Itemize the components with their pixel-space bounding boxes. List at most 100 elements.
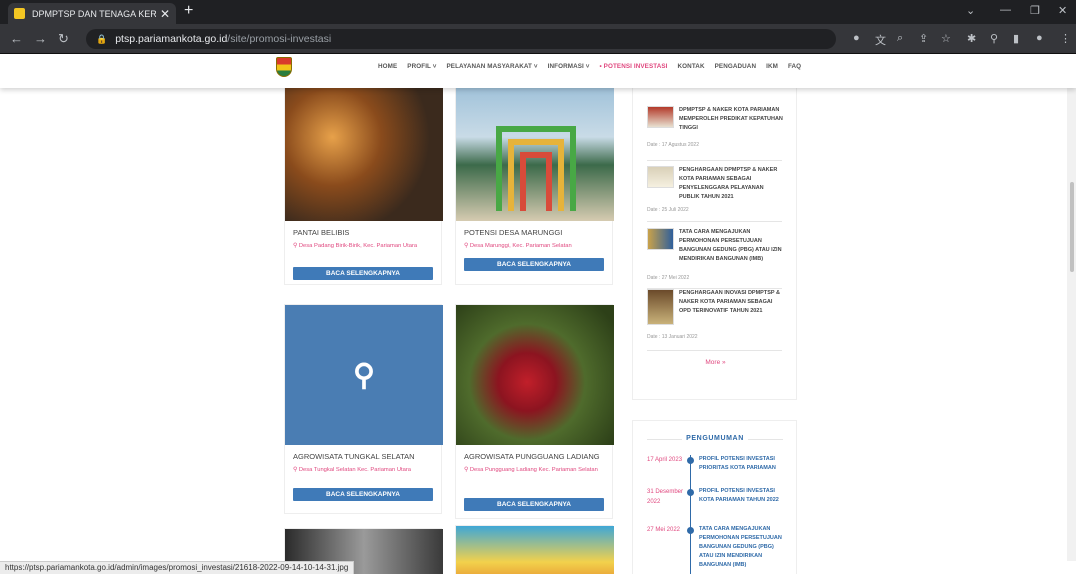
news-date: Date : 25 Juli 2022: [647, 207, 689, 213]
search-icon: ⚲: [353, 358, 375, 392]
address-bar[interactable]: 🔒 ptsp.pariamankota.go.id/site/promosi-i…: [86, 29, 836, 49]
announcement-title-text: PENGUMUMAN: [682, 435, 748, 442]
announcement-item[interactable]: 27 Mei 2022 TATA CARA MENGAJUKAN PERMOHO…: [647, 525, 797, 574]
card-image[interactable]: [456, 526, 614, 574]
tab-close-icon[interactable]: ✕: [160, 7, 170, 21]
read-more-button[interactable]: BACA SELENGKAPNYA: [293, 267, 433, 280]
close-window-icon[interactable]: ✕: [1058, 4, 1067, 17]
news-item[interactable]: TATA CARA MENGAJUKAN PERMOHONAN PERSETUJ…: [647, 228, 782, 298]
investment-card: POTENSI DESA MARUNGGI ⚲ Desa Marunggi, K…: [455, 88, 614, 285]
card-location: ⚲ Desa Pungguang Ladiang Kec. Pariaman S…: [464, 466, 609, 475]
news-thumbnail[interactable]: [647, 228, 674, 250]
tab-search-icon[interactable]: ⌄: [966, 4, 975, 17]
investment-card: ⚲ AGROWISATA TUNGKAL SELATAN ⚲ Desa Tung…: [284, 304, 443, 514]
news-item[interactable]: PENGHARGAAN INOVASI DPMPTSP & NAKER KOTA…: [647, 289, 783, 351]
card-title[interactable]: AGROWISATA PUNGGUANG LADIANG: [464, 452, 600, 461]
announcement-date: 27 Mei 2022: [647, 527, 681, 533]
news-date: Date : 17 Agustus 2022: [647, 142, 699, 148]
google-icon[interactable]: ●: [853, 32, 860, 44]
image-gate-shape: [520, 152, 552, 211]
translate-icon[interactable]: 文: [875, 32, 886, 48]
browser-tab[interactable]: DPMPTSP DAN TENAGA KERJA K ✕: [8, 3, 176, 24]
zoom-icon[interactable]: ⌕: [897, 32, 903, 45]
site-logo[interactable]: [276, 57, 292, 77]
news-title[interactable]: PENGHARGAAN DPMPTSP & NAKER KOTA PARIAMA…: [679, 166, 783, 202]
url-host: ptsp.pariamankota.go.id: [115, 33, 228, 45]
menu-informasi[interactable]: INFORMASI ˅: [548, 63, 590, 70]
news-thumbnail[interactable]: [647, 106, 674, 128]
card-location-text: Desa Pungguang Ladiang Kec. Pariaman Sel…: [469, 467, 598, 473]
news-item[interactable]: DPMPTSP & NAKER KOTA PARIAMAN MEMPEROLEH…: [647, 106, 783, 166]
news-item[interactable]: PENGHARGAAN DPMPTSP & NAKER KOTA PARIAMA…: [647, 166, 782, 228]
page-content: PANTAI BELIBIS ⚲ Desa Padang Birik-Birik…: [0, 88, 1076, 574]
news-more-link[interactable]: More »: [633, 359, 798, 366]
card-image[interactable]: [456, 305, 614, 445]
news-thumbnail[interactable]: [647, 166, 674, 188]
bookmark-star-icon[interactable]: ☆: [941, 32, 951, 45]
browser-menu-icon[interactable]: ⋮: [1060, 32, 1071, 45]
card-title[interactable]: PANTAI BELIBIS: [293, 228, 349, 237]
lock-icon[interactable]: 🔒: [96, 34, 107, 45]
menu-profil[interactable]: PROFIL ˅: [407, 63, 436, 70]
card-image[interactable]: [456, 88, 614, 221]
announcement-item[interactable]: 31 Desember 2022 PROFIL POTENSI INVESTAS…: [647, 487, 797, 522]
profile-icon[interactable]: ●: [1036, 32, 1043, 44]
divider: [647, 221, 782, 222]
extension-icon[interactable]: ✱: [967, 32, 976, 45]
card-location-text: Desa Marunggi, Kec. Pariaman Selatan: [469, 243, 572, 249]
extensions-puzzle-icon[interactable]: ⚲: [990, 32, 998, 45]
browser-status-bar: https://ptsp.pariamankota.go.id/admin/im…: [0, 561, 355, 574]
back-icon[interactable]: ←: [10, 31, 23, 46]
restore-icon[interactable]: ❐: [1030, 4, 1040, 17]
site-header: HOME PROFIL ˅ PELAYANAN MASYARAKAT ˅ INF…: [0, 54, 1076, 88]
news-date: Date : 27 Mei 2022: [647, 275, 690, 281]
card-image-placeholder[interactable]: ⚲: [285, 305, 443, 445]
announcement-title-link[interactable]: PROFIL POTENSI INVESTASI PRIORITAS KOTA …: [699, 455, 789, 473]
news-date: Date : 13 Januari 2022: [647, 334, 698, 340]
timeline-dot: [687, 489, 694, 496]
timeline-dot: [687, 527, 694, 534]
card-location: ⚲ Desa Tungkal Selatan Kec. Pariaman Uta…: [293, 466, 438, 475]
side-panel-icon[interactable]: ▮: [1013, 32, 1019, 45]
menu-home[interactable]: HOME: [378, 63, 397, 70]
share-icon[interactable]: ⇪: [919, 32, 928, 45]
menu-ikm[interactable]: IKM: [766, 63, 778, 70]
investment-card: AGROWISATA PUNGGUANG LADIANG ⚲ Desa Pung…: [455, 304, 614, 519]
menu-kontak[interactable]: KONTAK: [678, 63, 705, 70]
page-scrollbar-track[interactable]: [1067, 88, 1076, 561]
announcement-item[interactable]: 17 April 2023 PROFIL POTENSI INVESTASI P…: [647, 455, 797, 485]
announcement-title: PENGUMUMAN: [633, 435, 797, 442]
read-more-button[interactable]: BACA SELENGKAPNYA: [464, 498, 604, 511]
reload-icon[interactable]: ↻: [58, 31, 69, 47]
news-sidebar: DPMPTSP & NAKER KOTA PARIAMAN MEMPEROLEH…: [632, 88, 797, 400]
minimize-icon[interactable]: —: [1000, 4, 1011, 16]
menu-faq[interactable]: FAQ: [788, 63, 801, 70]
announcement-title-link[interactable]: PROFIL POTENSI INVESTASI KOTA PARIAMAN T…: [699, 487, 789, 505]
menu-pengaduan[interactable]: PENGADUAN: [715, 63, 756, 70]
divider: [647, 160, 782, 161]
card-title[interactable]: POTENSI DESA MARUNGGI: [464, 228, 562, 237]
tab-title: DPMPTSP DAN TENAGA KERJA K: [32, 8, 156, 19]
read-more-button[interactable]: BACA SELENGKAPNYA: [464, 258, 604, 271]
news-thumbnail[interactable]: [647, 289, 674, 325]
card-image[interactable]: [285, 88, 443, 221]
forward-icon[interactable]: →: [34, 31, 47, 46]
announcement-title-link[interactable]: TATA CARA MENGAJUKAN PERMOHONAN PERSETUJ…: [699, 525, 789, 570]
read-more-button[interactable]: BACA SELENGKAPNYA: [293, 488, 433, 501]
timeline-dot: [687, 457, 694, 464]
card-location: ⚲ Desa Padang Birik-Birik, Kec. Pariaman…: [293, 242, 438, 251]
main-menu: HOME PROFIL ˅ PELAYANAN MASYARAKAT ˅ INF…: [378, 63, 801, 70]
menu-potensi-investasi[interactable]: • POTENSI INVESTASI: [600, 63, 668, 70]
news-title[interactable]: PENGHARGAAN INOVASI DPMPTSP & NAKER KOTA…: [679, 289, 783, 316]
announcement-date: 31 Desember 2022: [647, 489, 684, 505]
browser-tab-bar: DPMPTSP DAN TENAGA KERJA K ✕ + ⌄ — ❐ ✕: [0, 0, 1076, 24]
card-location-text: Desa Padang Birik-Birik, Kec. Pariaman U…: [298, 243, 418, 249]
announcement-box: PENGUMUMAN 17 April 2023 PROFIL POTENSI …: [632, 420, 797, 574]
news-title[interactable]: DPMPTSP & NAKER KOTA PARIAMAN MEMPEROLEH…: [679, 106, 783, 133]
page-scrollbar-thumb[interactable]: [1070, 182, 1074, 272]
card-title[interactable]: AGROWISATA TUNGKAL SELATAN: [293, 452, 415, 461]
new-tab-icon[interactable]: +: [184, 2, 193, 20]
divider: [647, 350, 782, 351]
menu-pelayanan-masyarakat[interactable]: PELAYANAN MASYARAKAT ˅: [447, 63, 538, 70]
news-title[interactable]: TATA CARA MENGAJUKAN PERMOHONAN PERSETUJ…: [679, 228, 783, 264]
